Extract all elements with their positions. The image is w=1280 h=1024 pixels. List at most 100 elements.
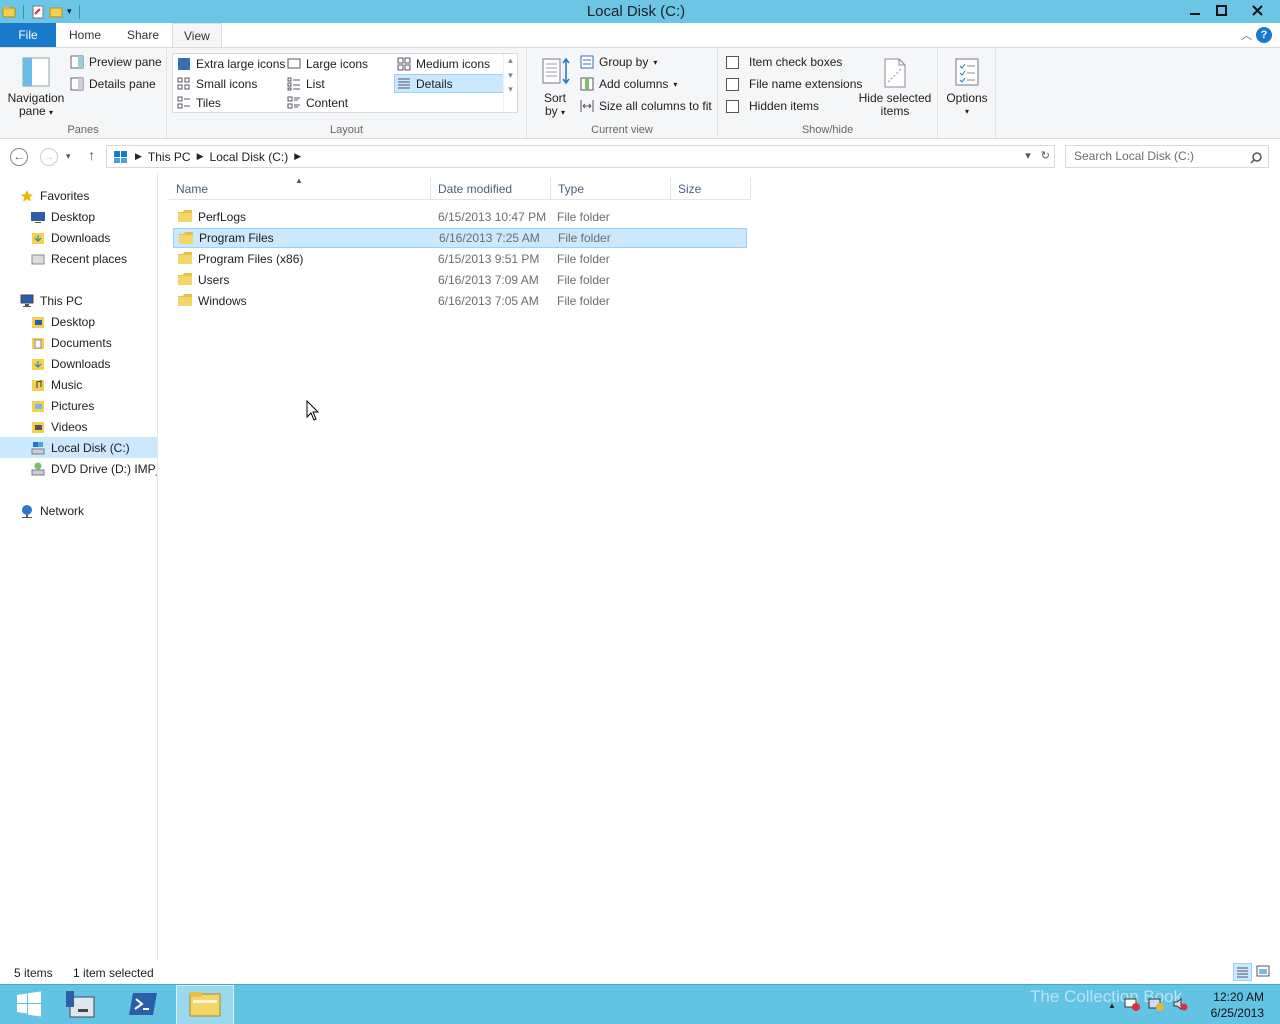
nav-pc-dvd-drive[interactable]: DVD Drive (D:) IMP_S (0, 458, 157, 479)
large-icons-view-button[interactable] (1255, 963, 1274, 981)
nav-pc-dvd-label: DVD Drive (D:) IMP_S (51, 461, 157, 476)
add-columns-button[interactable]: Add columns ▾ (580, 77, 677, 91)
back-button[interactable]: ← (10, 148, 28, 166)
current-view-group: Sort by ▾ Group by ▾ Add columns ▾ Size al… (527, 48, 718, 138)
breadcrumb-this-pc[interactable]: This PC (148, 150, 191, 164)
layout-small-icons[interactable]: Small icons (177, 77, 257, 91)
volume-icon[interactable] (1172, 997, 1188, 1014)
tab-home[interactable]: Home (58, 23, 112, 47)
sort-by-button[interactable]: Sort by ▾ (535, 56, 575, 119)
address-history-icon[interactable]: ▾ (1025, 149, 1031, 162)
add-columns-icon (580, 77, 594, 91)
column-name[interactable]: Name (169, 178, 431, 200)
layout-details[interactable]: Details (397, 77, 453, 91)
taskbar: The Collection Book ▲ 12:20 AM 6/25/2013 (0, 984, 1280, 1024)
file-row-windows[interactable]: Windows 6/16/2013 7:05 AM File folder (173, 291, 747, 311)
action-center-icon[interactable] (1124, 997, 1140, 1014)
minimize-button[interactable] (1181, 0, 1208, 21)
details-label: Details (416, 77, 453, 91)
network-icon (20, 504, 34, 518)
up-button[interactable]: ↑ (88, 147, 95, 163)
nav-favorites[interactable]: Favorites (0, 185, 157, 206)
windows-logo-icon (16, 991, 42, 1020)
small-icons-icon (177, 77, 191, 91)
details-pane-icon (70, 77, 84, 91)
size-all-columns-button[interactable]: Size all columns to fit (580, 99, 712, 113)
column-size[interactable]: Size (671, 178, 751, 200)
preview-pane-button[interactable]: Preview pane (70, 55, 162, 69)
details-view-button[interactable] (1233, 963, 1252, 981)
nav-pc-videos[interactable]: Videos (0, 416, 157, 437)
nav-pc-pictures[interactable]: Pictures (0, 395, 157, 416)
nav-pc-downloads[interactable]: Downloads (0, 353, 157, 374)
hidden-items-toggle[interactable]: Hidden items (726, 99, 819, 113)
recent-locations-icon[interactable]: ▾ (66, 151, 71, 162)
options-icon (951, 56, 983, 90)
forward-button[interactable]: → (40, 148, 58, 166)
drive-icon (31, 441, 45, 455)
breadcrumb-separator-icon[interactable]: ▶ (197, 151, 204, 162)
item-check-boxes-checkbox[interactable] (726, 55, 739, 69)
file-name-extensions-toggle[interactable]: File name extensions (726, 77, 862, 91)
documents-folder-icon (31, 336, 45, 350)
address-bar[interactable]: ▶ This PC ▶ Local Disk (C:) ▶ ▾ ↻ (106, 145, 1055, 168)
hidden-items-checkbox[interactable] (726, 99, 739, 113)
column-date-modified[interactable]: Date modified (431, 178, 551, 200)
start-button[interactable] (0, 985, 58, 1024)
tab-share[interactable]: Share (116, 23, 170, 47)
nav-this-pc[interactable]: This PC (0, 290, 157, 311)
nav-pc-documents[interactable]: Documents (0, 332, 157, 353)
sort-by-label-2: by (544, 104, 558, 118)
help-icon[interactable]: ? (1256, 27, 1272, 43)
breadcrumb-separator-icon[interactable]: ▶ (135, 151, 142, 162)
sort-by-icon (539, 56, 571, 90)
nav-pc-local-disk[interactable]: Local Disk (C:) (0, 437, 157, 458)
file-name: Users (198, 273, 230, 287)
layout-large-icons[interactable]: Large icons (287, 57, 368, 71)
group-by-button[interactable]: Group by ▾ (580, 55, 657, 69)
tab-view[interactable]: View (172, 23, 222, 48)
options-button[interactable]: Options ▾ (942, 56, 992, 118)
tab-file[interactable]: File (0, 23, 56, 47)
server-manager-button[interactable] (52, 985, 110, 1024)
network-status-icon[interactable] (1148, 997, 1164, 1014)
collapse-ribbon-icon[interactable]: ︿ (1241, 27, 1252, 43)
details-pane-button[interactable]: Details pane (70, 77, 156, 91)
column-type[interactable]: Type (551, 178, 671, 200)
navigation-pane-button[interactable]: Navigation pane ▾ (6, 56, 66, 119)
file-explorer-button[interactable] (176, 985, 234, 1024)
taskbar-clock[interactable]: 12:20 AM 6/25/2013 (1211, 989, 1264, 1021)
item-check-boxes-toggle[interactable]: Item check boxes (726, 55, 842, 69)
file-date: 6/15/2013 10:47 PM (438, 210, 547, 224)
nav-pc-music[interactable]: Music (0, 374, 157, 395)
close-button[interactable] (1235, 0, 1280, 21)
nav-fav-desktop[interactable]: Desktop (0, 206, 157, 227)
layout-medium-icons[interactable]: Medium icons (397, 57, 490, 71)
show-hidden-icons-icon[interactable]: ▲ (1108, 1001, 1116, 1010)
refresh-icon[interactable]: ↻ (1041, 149, 1050, 162)
layout-list[interactable]: List (287, 77, 325, 91)
layout-tiles[interactable]: Tiles (177, 96, 221, 110)
nav-network[interactable]: Network (0, 500, 157, 521)
file-name-extensions-checkbox[interactable] (726, 77, 739, 91)
file-row-program-files-x86[interactable]: Program Files (x86) 6/15/2013 9:51 PM Fi… (173, 249, 747, 269)
layout-content[interactable]: Content (287, 96, 348, 110)
maximize-button[interactable] (1208, 0, 1235, 21)
nav-pc-pictures-label: Pictures (51, 398, 95, 413)
layout-extra-large-icons[interactable]: Extra large icons (177, 57, 285, 71)
nav-fav-recent[interactable]: Recent places (0, 248, 157, 269)
file-row-perflogs[interactable]: PerfLogs 6/15/2013 10:47 PM File folder (173, 207, 747, 227)
layout-gallery-scroll[interactable]: ▲ ▼ ▾ (503, 54, 517, 112)
breadcrumb-local-disk[interactable]: Local Disk (C:) (210, 150, 289, 164)
desktop-icon (31, 210, 45, 224)
nav-fav-downloads[interactable]: Downloads (0, 227, 157, 248)
hide-selected-items-button[interactable]: Hide selected items (856, 56, 934, 118)
search-input[interactable]: Search Local Disk (C:) (1065, 145, 1269, 168)
search-icon[interactable] (1250, 150, 1262, 171)
nav-pc-desktop[interactable]: Desktop (0, 311, 157, 332)
file-row-program-files[interactable]: Program Files 6/16/2013 7:25 AM File fol… (173, 228, 747, 248)
breadcrumb-separator-icon[interactable]: ▶ (294, 151, 301, 162)
powershell-button[interactable] (114, 985, 172, 1024)
file-row-users[interactable]: Users 6/16/2013 7:09 AM File folder (173, 270, 747, 290)
folder-icon (178, 231, 194, 248)
